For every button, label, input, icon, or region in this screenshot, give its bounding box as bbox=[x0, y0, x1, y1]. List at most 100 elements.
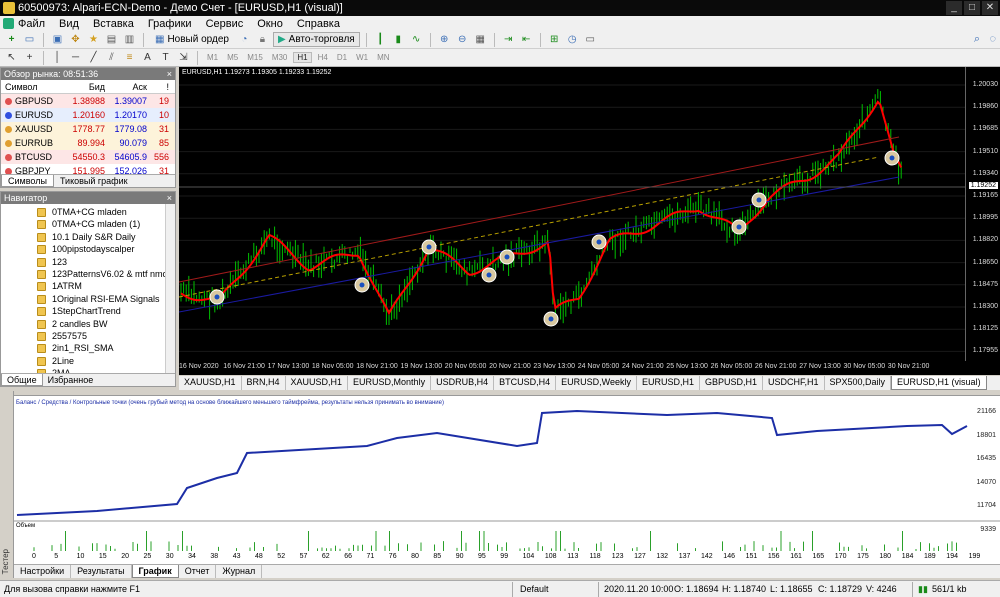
tab-graph[interactable]: График bbox=[131, 565, 179, 578]
market-watch-icon[interactable]: ▣ bbox=[50, 33, 65, 47]
tf-h4[interactable]: H4 bbox=[315, 53, 331, 62]
close-icon[interactable]: × bbox=[167, 192, 172, 204]
tf-m5[interactable]: M5 bbox=[224, 53, 241, 62]
search-icon[interactable]: ⌕ bbox=[974, 33, 980, 46]
maximize-button[interactable]: □ bbox=[964, 1, 980, 15]
tab-settings[interactable]: Настройки bbox=[14, 565, 72, 578]
market-watch-row[interactable]: BTCUSD 54550.3 54605.9 556 bbox=[1, 150, 175, 164]
chart-tab[interactable]: BRN,H4 bbox=[242, 376, 286, 390]
navigator-scrollbar[interactable] bbox=[165, 204, 175, 373]
col-ask[interactable]: Аск bbox=[105, 80, 147, 93]
data-window-icon[interactable]: ✥ bbox=[68, 33, 83, 47]
navigator-item[interactable]: 1StepChartTrend bbox=[1, 305, 175, 317]
tab-report[interactable]: Отчет bbox=[179, 565, 217, 578]
navigator-item[interactable]: 1ATRM bbox=[1, 280, 175, 292]
community-icon[interactable]: ◌ bbox=[989, 33, 996, 45]
text-icon[interactable]: A bbox=[140, 51, 155, 65]
chart-tab[interactable]: XAUUSD,H1 bbox=[179, 376, 242, 390]
metaeditor-icon[interactable]: ◔ bbox=[237, 33, 252, 47]
market-watch-row[interactable]: GBPUSD 1.38988 1.39007 19 bbox=[1, 94, 175, 108]
market-watch-row[interactable]: EURUSD 1.20160 1.20170 10 bbox=[1, 108, 175, 122]
chart-tab[interactable]: XAUUSD,H1 bbox=[286, 376, 349, 390]
horizontal-line-icon[interactable]: ─ bbox=[68, 51, 83, 65]
zoom-out-icon[interactable]: ⊖ bbox=[455, 33, 470, 47]
menu-tools[interactable]: Сервис bbox=[206, 18, 244, 30]
price-chart[interactable]: EURUSD,H1 1.19273 1.19305 1.19233 1.1925… bbox=[178, 67, 965, 361]
cursor-icon[interactable]: ↖ bbox=[4, 51, 19, 65]
tab-journal[interactable]: Журнал bbox=[216, 565, 263, 578]
indicators-icon[interactable]: ⊞ bbox=[547, 33, 562, 47]
tab-common[interactable]: Общие bbox=[1, 374, 43, 386]
navigator-item[interactable]: 2557575 bbox=[1, 330, 175, 342]
autoscroll-icon[interactable]: ⇥ bbox=[501, 33, 516, 47]
label-icon[interactable]: T bbox=[158, 51, 173, 65]
navigator-item[interactable]: 1Original RSI-EMA Signals bbox=[1, 293, 175, 305]
new-order-button[interactable]: ▦ Новый ордер bbox=[150, 32, 234, 47]
price-scale[interactable]: 1.20030 1.19860 1.19685 1.19510 1.19340 1.191… bbox=[965, 67, 1000, 361]
chart-tab[interactable]: SPX500,Daily bbox=[825, 376, 892, 390]
menu-view[interactable]: Вид bbox=[59, 18, 79, 30]
menu-window[interactable]: Окно bbox=[257, 18, 283, 30]
chart-tab[interactable]: EURUSD,H1 bbox=[637, 376, 700, 390]
navigator-icon[interactable]: ★ bbox=[86, 33, 101, 47]
col-spread[interactable]: ! bbox=[147, 80, 169, 93]
fibo-icon[interactable]: ≡ bbox=[122, 51, 137, 65]
terminal-icon[interactable]: ▤ bbox=[104, 33, 119, 47]
chart-tab[interactable]: EURUSD,H1 (visual) bbox=[891, 376, 987, 390]
chart-shift-icon[interactable]: ⇤ bbox=[519, 33, 534, 47]
time-scale[interactable]: 16 Nov 2020 16 Nov 21:00 17 Nov 13:00 18 No… bbox=[179, 361, 1000, 375]
chart-tab[interactable]: GBPUSD,H1 bbox=[700, 376, 763, 390]
col-bid[interactable]: Бид bbox=[63, 80, 105, 93]
tab-symbols[interactable]: Символы bbox=[1, 175, 54, 187]
autotrading-button[interactable]: ▶ Авто-торговля bbox=[272, 32, 360, 47]
close-icon[interactable]: × bbox=[167, 68, 172, 80]
menu-help[interactable]: Справка bbox=[297, 18, 340, 30]
tester-icon[interactable]: ▥ bbox=[122, 33, 137, 47]
tf-h1[interactable]: H1 bbox=[293, 52, 312, 63]
chart-tab[interactable]: BTCUSD,H4 bbox=[494, 376, 557, 390]
tf-m15[interactable]: M15 bbox=[244, 53, 266, 62]
tf-m1[interactable]: M1 bbox=[204, 53, 221, 62]
tf-m30[interactable]: M30 bbox=[269, 53, 291, 62]
navigator-item[interactable]: 2Line bbox=[1, 355, 175, 367]
market-watch-row[interactable]: EURRUB 89.994 90.079 85 bbox=[1, 136, 175, 150]
tab-tick-chart[interactable]: Тиковый график bbox=[54, 175, 134, 187]
periods-icon[interactable]: ◷ bbox=[565, 33, 580, 47]
zoom-in-icon[interactable]: ⊕ bbox=[437, 33, 452, 47]
templates-icon[interactable]: ▭ bbox=[583, 33, 598, 47]
line-chart-icon[interactable]: ∿ bbox=[409, 33, 424, 47]
menu-charts[interactable]: Графики bbox=[148, 18, 192, 30]
candles-icon[interactable]: ▮ bbox=[391, 33, 406, 47]
tab-favorites[interactable]: Избранное bbox=[43, 374, 99, 386]
trendline-icon[interactable]: ╱ bbox=[86, 51, 101, 65]
menu-insert[interactable]: Вставка bbox=[93, 18, 134, 30]
lock-icon[interactable]: 🔒︎ bbox=[255, 33, 270, 47]
channel-icon[interactable]: ⫽ bbox=[104, 51, 119, 65]
tf-d1[interactable]: D1 bbox=[334, 53, 350, 62]
navigator-item[interactable]: 0TMA+CG mladen (1) bbox=[1, 218, 175, 230]
chart-tab[interactable]: EURUSD,Weekly bbox=[556, 376, 637, 390]
tile-windows-icon[interactable]: ▦ bbox=[473, 33, 488, 47]
navigator-item[interactable]: 123 bbox=[1, 256, 175, 268]
chart-tab[interactable]: USDRUB,H4 bbox=[431, 376, 495, 390]
tf-w1[interactable]: W1 bbox=[353, 53, 371, 62]
navigator-item[interactable]: 2in1_RSI_SMA bbox=[1, 342, 175, 354]
navigator-item[interactable]: 123PatternsV6.02 & mtf nmc bbox=[1, 268, 175, 280]
minimize-button[interactable]: _ bbox=[946, 1, 962, 15]
new-chart-icon[interactable]: + bbox=[4, 33, 19, 47]
navigator-item[interactable]: 10.1 Daily S&R Daily bbox=[1, 231, 175, 243]
crosshair-icon[interactable]: + bbox=[22, 51, 37, 65]
chart-tab[interactable]: EURUSD,Monthly bbox=[348, 376, 432, 390]
arrows-icon[interactable]: ⇲ bbox=[176, 51, 191, 65]
tab-results[interactable]: Результаты bbox=[71, 565, 132, 578]
navigator-item[interactable]: 100pipstodayscalper bbox=[1, 243, 175, 255]
chart-tab[interactable]: USDCHF,H1 bbox=[763, 376, 825, 390]
navigator-item[interactable]: 0TMA+CG mladen bbox=[1, 206, 175, 218]
vertical-line-icon[interactable]: │ bbox=[50, 51, 65, 65]
col-symbol[interactable]: Символ bbox=[5, 80, 63, 93]
profiles-icon[interactable]: ▭ bbox=[22, 33, 37, 47]
navigator-item[interactable]: 2 candles BW bbox=[1, 318, 175, 330]
bar-chart-icon[interactable]: ┃ bbox=[373, 33, 388, 47]
market-watch-row[interactable]: XAUUSD 1778.77 1779.08 31 bbox=[1, 122, 175, 136]
menu-file[interactable]: Файл bbox=[18, 18, 45, 30]
